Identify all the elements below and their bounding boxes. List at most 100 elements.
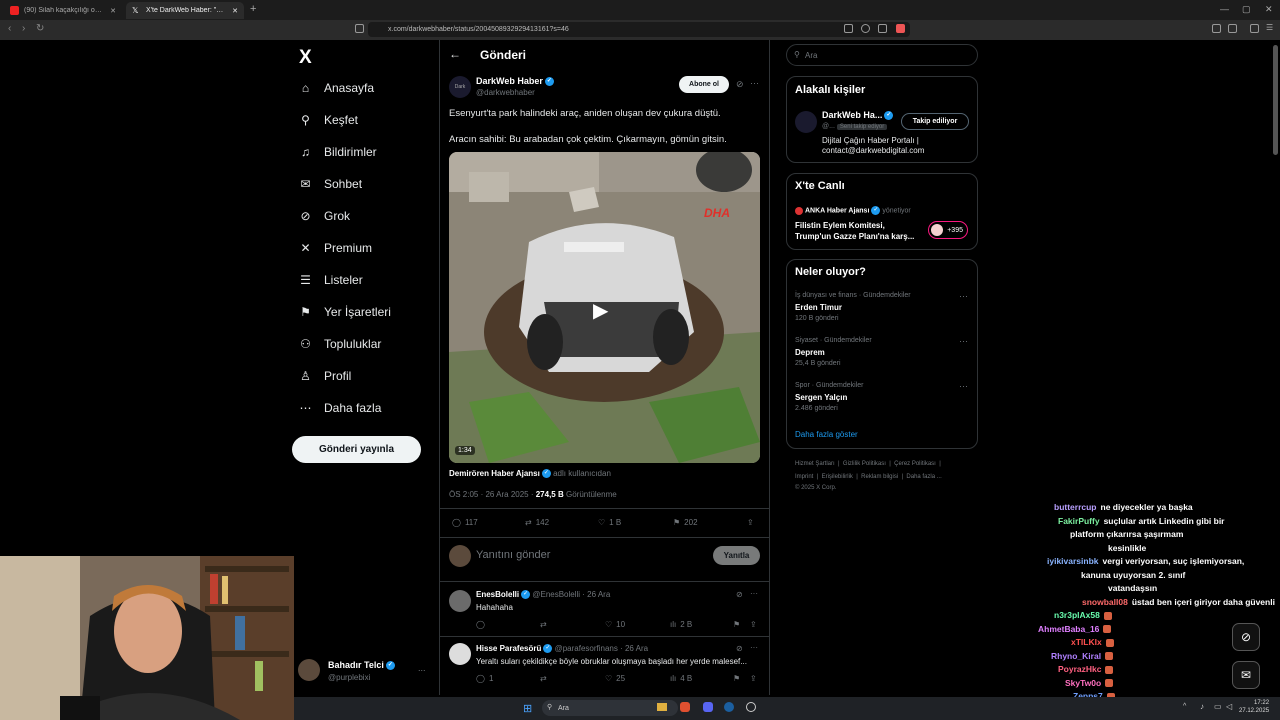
more-dots-icon[interactable]: ...	[418, 663, 426, 673]
repost-action[interactable]: ⇄	[540, 674, 547, 683]
chat-username[interactable]: snowball08	[1082, 597, 1128, 607]
messages-icon[interactable]: ✉	[1232, 661, 1260, 689]
minimize-icon[interactable]: —	[1220, 4, 1229, 14]
nav-item-premium[interactable]: ✕ Premium	[299, 238, 372, 258]
chat-username[interactable]: FakirPuffy	[1058, 516, 1100, 526]
chat-username[interactable]: PoyrazHkc	[1058, 664, 1101, 674]
author-avatar[interactable]: Dark	[449, 76, 471, 98]
grok-icon[interactable]: ⊘	[736, 590, 743, 599]
nav-item-daha-fazla[interactable]: ⋯ Daha fazla	[299, 398, 382, 418]
play-icon[interactable]: ▶	[593, 298, 608, 323]
network-icon[interactable]: ▭	[1214, 702, 1222, 711]
back-nav-icon[interactable]: ‹	[8, 23, 11, 34]
footer-link[interactable]: Gizlilik Politikası	[843, 461, 886, 467]
more-dots-icon[interactable]: ···	[750, 643, 758, 652]
like-action[interactable]: ♡ 10	[605, 620, 625, 629]
footer-link[interactable]: Imprint	[795, 474, 813, 480]
share-icon[interactable]: ⇪	[750, 674, 757, 683]
nav-item-profil[interactable]: ♙ Profil	[299, 366, 351, 386]
related-name[interactable]: DarkWeb Ha... ✓	[822, 110, 894, 121]
chat-username[interactable]: iyikivarsinbk	[1047, 556, 1099, 566]
nav-item-bildirimler[interactable]: ♫ Bildirimler	[299, 142, 377, 162]
footer-link[interactable]: Çerez Politikası	[894, 461, 936, 467]
post-video[interactable]: DHA ▶	[449, 152, 760, 463]
post-timestamp[interactable]: ÖS 2:05 · 26 Ara 2025 ·	[449, 490, 534, 499]
wallet-icon[interactable]	[1228, 24, 1237, 33]
grok-icon[interactable]: ⊘	[1232, 623, 1260, 651]
grok-icon[interactable]: ⊘	[736, 644, 743, 653]
browser-tab-x[interactable]: 𝕏 X'te DarkWeb Haber: "Esenyurt'ta ✕	[126, 2, 244, 19]
reply-input[interactable]: Yanıtını gönder	[476, 549, 550, 561]
repost-action[interactable]: ⇄ 142	[525, 518, 549, 527]
show-more-link[interactable]: Daha fazla göster	[795, 430, 858, 439]
media-icon[interactable]	[1250, 24, 1259, 33]
more-dots-icon[interactable]: ···	[750, 589, 758, 598]
discord-icon[interactable]	[703, 702, 713, 712]
chat-username[interactable]: AhmetBaba_16	[1038, 624, 1099, 634]
obs-icon[interactable]	[746, 702, 756, 712]
share-icon[interactable]: ⇪	[747, 518, 754, 527]
bookmark-page-icon[interactable]	[355, 24, 364, 33]
close-icon[interactable]: ✕	[232, 7, 238, 15]
bookmark-action[interactable]: ⚑ 202	[673, 518, 698, 527]
address-bar[interactable]: x.com/darkwebhaber/status/20045089329294…	[368, 22, 910, 37]
reply-action[interactable]: ◯	[476, 620, 489, 629]
live-listeners[interactable]: +395	[928, 221, 968, 239]
views-action[interactable]: ılı 2 B	[670, 620, 692, 629]
repost-action[interactable]: ⇄	[540, 620, 547, 629]
browser-tab-youtube[interactable]: (90) Silah kaçakçılığı operasyonunda ✕	[4, 2, 122, 19]
views-action[interactable]: ılı 4 B	[670, 674, 692, 683]
reload-icon[interactable]: ↻	[36, 23, 44, 34]
file-explorer-icon[interactable]	[657, 703, 667, 711]
reply-action[interactable]: ◯ 117	[452, 518, 478, 527]
nav-item-anasayfa[interactable]: ⌂ Anasayfa	[299, 78, 374, 98]
x-logo[interactable]: X	[299, 47, 312, 69]
grok-icon[interactable]: ⊘	[736, 79, 744, 90]
nav-item-keşfet[interactable]: ⚲ Keşfet	[299, 110, 358, 130]
steam-icon[interactable]	[724, 702, 734, 712]
menu-icon[interactable]: ☰	[1266, 24, 1275, 33]
back-arrow-icon[interactable]: ←	[449, 47, 461, 61]
more-dots-icon[interactable]: ···	[959, 336, 968, 346]
share-icon[interactable]	[878, 24, 887, 33]
nav-item-listeler[interactable]: ☰ Listeler	[299, 270, 363, 290]
author-handle[interactable]: @darkwebhaber	[476, 88, 535, 97]
nav-item-topluluklar[interactable]: ⚇ Topluluklar	[299, 334, 381, 354]
brave-icon[interactable]	[680, 702, 690, 712]
search-input[interactable]: ⚲ Ara	[786, 44, 978, 66]
chat-username[interactable]: n3r3plAx58	[1054, 610, 1100, 620]
cast-icon[interactable]	[844, 24, 853, 33]
chat-username[interactable]: butterrcup	[1054, 502, 1097, 512]
chat-username[interactable]: xTILKIx	[1071, 637, 1102, 647]
volume-icon[interactable]: ◁	[1226, 702, 1232, 711]
new-tab-button[interactable]: +	[250, 3, 256, 15]
close-icon[interactable]: ✕	[110, 7, 116, 15]
live-title[interactable]: Filistin Eylem Komitesi, Trump'un Gazze …	[795, 220, 923, 242]
more-dots-icon[interactable]: ···	[750, 78, 759, 88]
footer-link[interactable]: Daha fazla ...	[906, 474, 941, 480]
more-dots-icon[interactable]: ···	[959, 291, 968, 301]
bookmark-icon[interactable]: ⚑	[733, 674, 740, 683]
extensions-icon[interactable]	[1212, 24, 1221, 33]
forward-nav-icon[interactable]: ›	[22, 23, 25, 34]
share-icon[interactable]: ⇪	[750, 620, 757, 629]
post-button[interactable]: Gönderi yayınla	[292, 436, 421, 463]
maximize-icon[interactable]: ▢	[1242, 4, 1251, 15]
like-action[interactable]: ♡ 1 B	[598, 518, 621, 527]
tray-chevron-icon[interactable]: ^	[1183, 703, 1186, 710]
avatar[interactable]	[795, 111, 817, 133]
bookmark-icon[interactable]: ⚑	[733, 620, 740, 629]
window-close-icon[interactable]: ✕	[1265, 4, 1273, 15]
zoom-icon[interactable]	[861, 24, 870, 33]
subscribe-button[interactable]: Abone ol	[679, 76, 729, 93]
chat-username[interactable]: SkyTw0o	[1065, 678, 1101, 688]
footer-link[interactable]: Reklam bilgisi	[861, 474, 898, 480]
nav-item-yer-i-şaretleri[interactable]: ⚑ Yer İşaretleri	[299, 302, 391, 322]
reply-action[interactable]: ◯ 1	[476, 674, 493, 683]
following-button[interactable]: Takip ediliyor	[901, 113, 969, 130]
reply-button[interactable]: Yanıtla	[713, 546, 760, 565]
more-dots-icon[interactable]: ···	[959, 381, 968, 391]
live-host[interactable]: ANKA Haber Ajansı ✓ yönetiyor	[795, 206, 911, 215]
like-action[interactable]: ♡ 25	[605, 674, 625, 683]
scrollbar-thumb[interactable]	[1273, 45, 1278, 155]
